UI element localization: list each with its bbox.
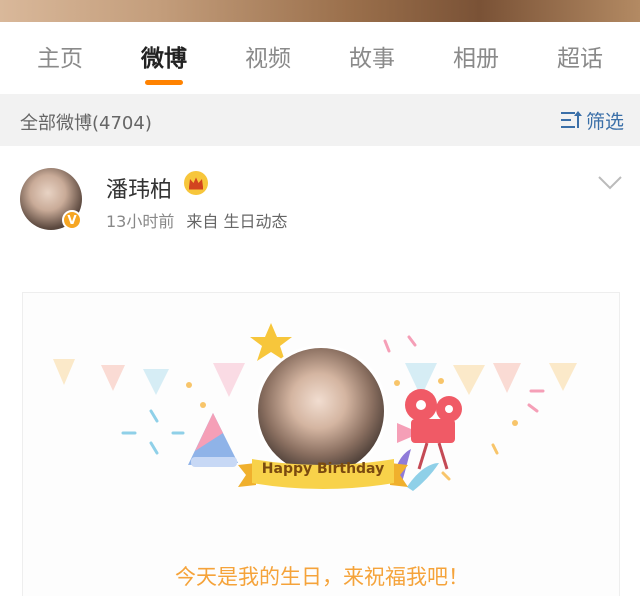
tab-story[interactable]: 故事 bbox=[332, 42, 412, 76]
weibo-count-label[interactable]: 全部微博(4704) bbox=[20, 109, 152, 135]
filter-button[interactable]: 筛选 bbox=[560, 107, 624, 133]
happy-birthday-label: Happy Birthday bbox=[261, 461, 385, 477]
filter-bar: 全部微博(4704) 筛选 bbox=[0, 94, 640, 146]
tab-video[interactable]: 视频 bbox=[228, 42, 308, 76]
filter-icon bbox=[560, 111, 582, 128]
profile-cover-strip bbox=[0, 0, 640, 22]
tab-home[interactable]: 主页 bbox=[20, 42, 100, 76]
verified-badge: V bbox=[62, 210, 82, 230]
crown-icon bbox=[184, 171, 208, 195]
tab-weibo[interactable]: 微博 bbox=[124, 42, 204, 76]
birthday-message: 今天是我的生日，来祝福我吧！ bbox=[175, 565, 469, 589]
tab-supertopic[interactable]: 超话 bbox=[540, 42, 620, 76]
post-time: 13小时前 bbox=[106, 212, 175, 231]
post-source[interactable]: 来自 生日动态 bbox=[186, 212, 287, 231]
post-header: V 潘玮柏 13小时前 来自 生日动态 bbox=[0, 146, 640, 256]
filter-label: 筛选 bbox=[585, 110, 624, 133]
profile-tabs: 主页 微博 视频 故事 相册 超话 bbox=[0, 22, 640, 94]
post-meta: 13小时前 来自 生日动态 bbox=[106, 208, 287, 232]
chevron-down-icon[interactable] bbox=[598, 176, 622, 190]
active-tab-indicator bbox=[145, 80, 183, 85]
birthday-card[interactable]: Happy Birthday 今天是我的生日，来祝福我吧！ bbox=[22, 292, 620, 596]
tab-album[interactable]: 相册 bbox=[436, 42, 516, 76]
post-username[interactable]: 潘玮柏 bbox=[106, 172, 172, 204]
